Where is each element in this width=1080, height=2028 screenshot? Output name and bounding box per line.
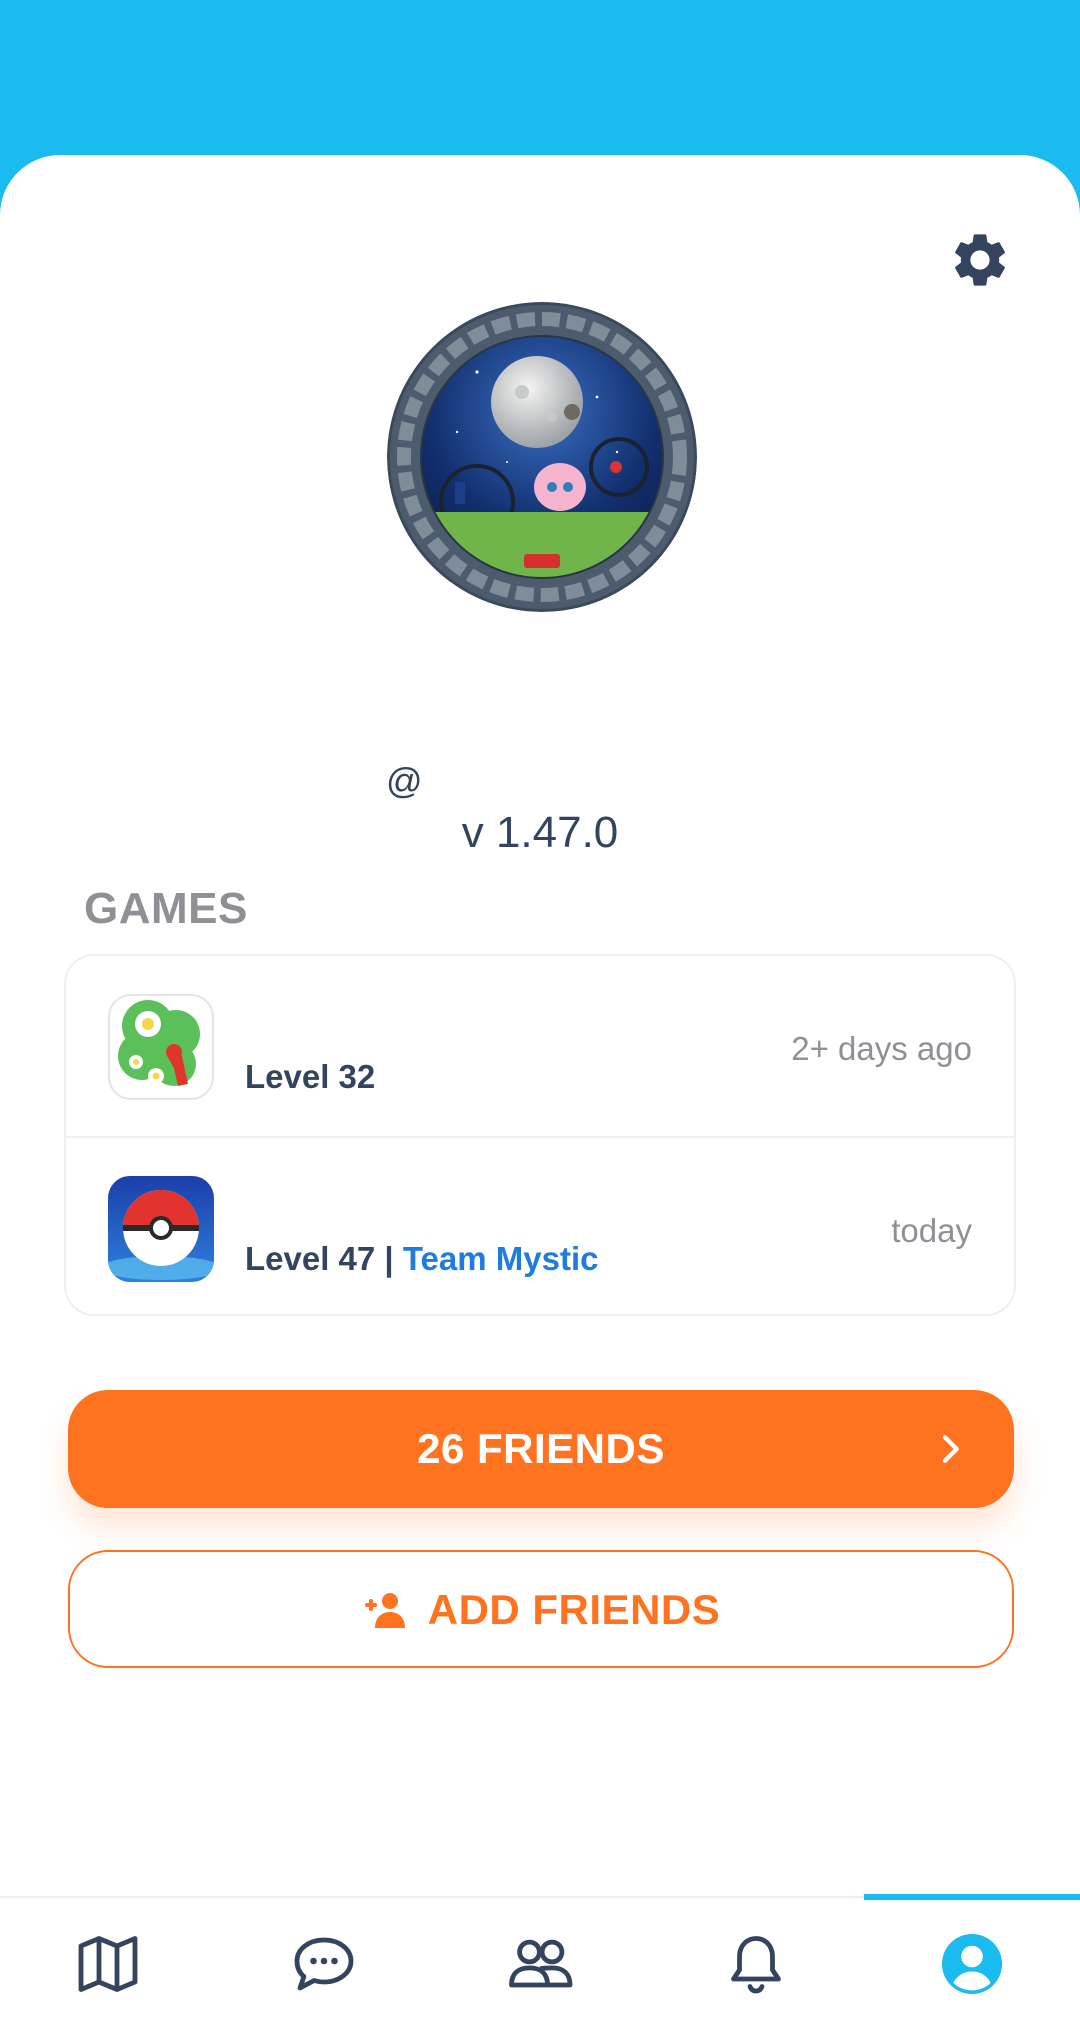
game-row-pikmin-bloom[interactable]: Level 32 2+ days ago <box>66 956 1014 1138</box>
chevron-right-icon <box>942 1435 959 1463</box>
games-list: Level 32 2+ days ago Level 47 | Team Mys… <box>64 954 1016 1316</box>
nav-map[interactable] <box>0 1898 216 2028</box>
game-level: Level 32 <box>245 1058 376 1095</box>
nav-profile[interactable] <box>864 1894 1080 2028</box>
map-icon <box>78 1936 138 1992</box>
bell-icon <box>731 1936 781 1994</box>
nav-people[interactable] <box>432 1898 648 2028</box>
pikmin-bloom-icon <box>108 994 214 1100</box>
profile-icon <box>942 1934 1002 1994</box>
game-level: Level 47 | Team Mystic <box>245 1240 599 1277</box>
add-friends-label: ADD FRIENDS <box>427 1586 721 1633</box>
nav-notifications[interactable] <box>648 1898 864 2028</box>
friends-button[interactable]: 26 FRIENDS <box>68 1390 1014 1508</box>
bottom-nav <box>0 1894 1080 2028</box>
app-version: v 1.47.0 <box>461 808 619 857</box>
gear-icon[interactable] <box>948 228 1012 292</box>
games-heading: GAMES <box>84 884 248 933</box>
last-played: today <box>891 1212 972 1249</box>
add-person-icon <box>364 1593 405 1628</box>
nav-chat[interactable] <box>216 1898 432 2028</box>
friends-button-label: 26 FRIENDS <box>417 1425 665 1472</box>
pokemon-go-icon <box>108 1176 214 1282</box>
people-icon <box>509 1939 573 1988</box>
active-tab-indicator <box>864 1894 1080 1900</box>
avatar[interactable] <box>387 302 697 612</box>
game-row-pokemon-go[interactable]: Level 47 | Team Mystic today <box>66 1138 1014 1318</box>
team-name: Team Mystic <box>402 1240 599 1277</box>
status-header-bar <box>0 0 1080 160</box>
chat-bubble-icon <box>294 1937 354 1991</box>
add-friends-button[interactable]: ADD FRIENDS <box>68 1550 1014 1668</box>
last-played: 2+ days ago <box>791 1030 972 1067</box>
username-handle: @ <box>386 760 423 801</box>
